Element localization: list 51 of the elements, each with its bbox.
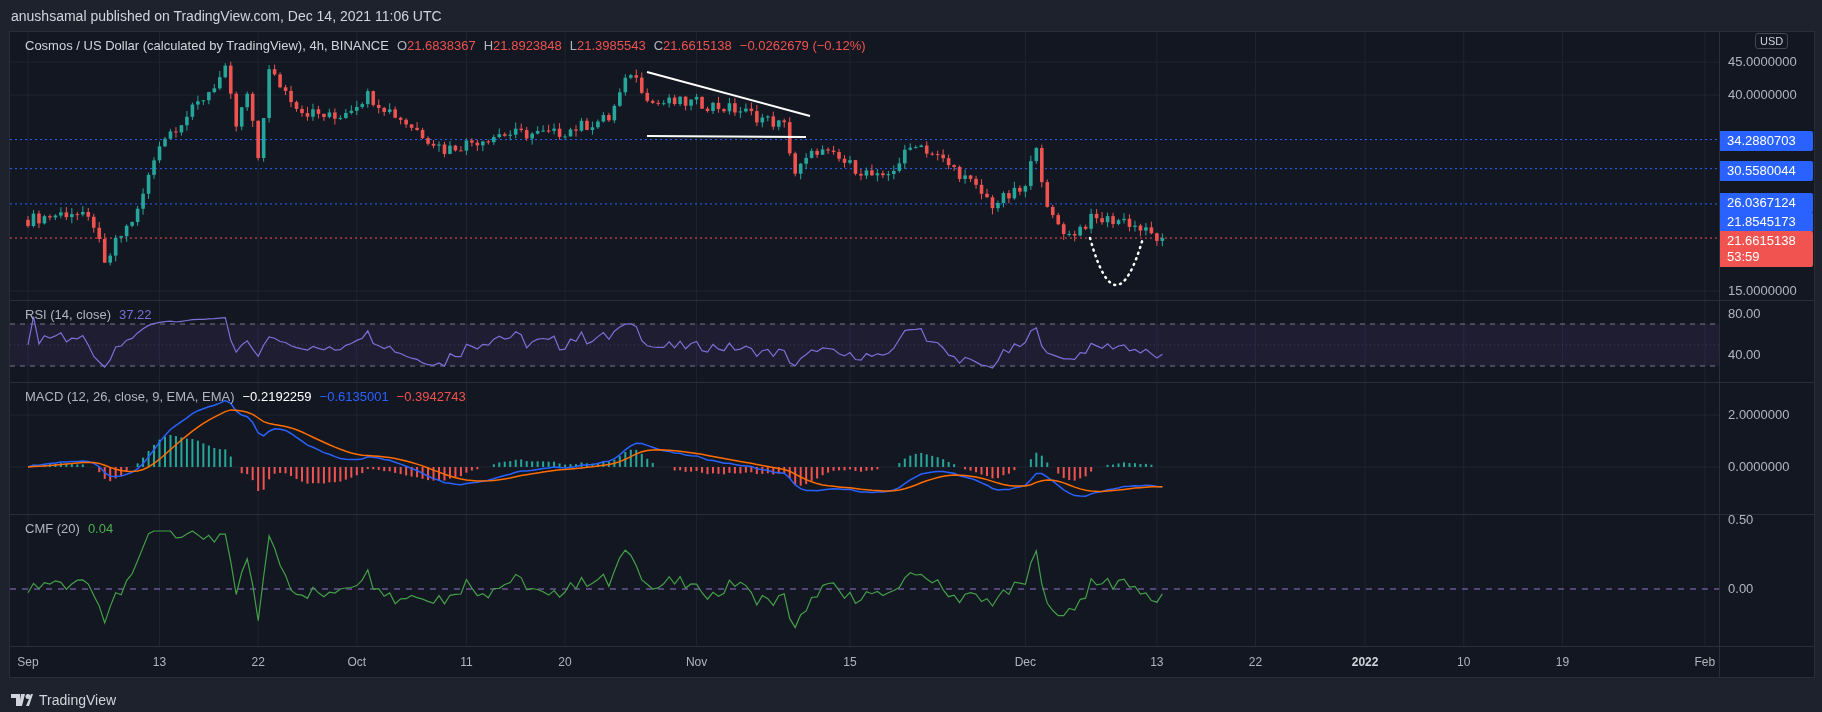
indicator-label: MACD (12, 26, close, 9, EMA, EMA) bbox=[25, 389, 235, 404]
indicator-value: −0.2192259 bbox=[242, 389, 312, 404]
axis-tick-label: 40.0000000 bbox=[1728, 87, 1797, 102]
indicator-label: RSI (14, close) bbox=[25, 307, 111, 322]
time-axis-label: Sep bbox=[17, 655, 39, 669]
price-tag-value: 26.0367124 bbox=[1727, 195, 1797, 211]
price-tag-value: 21.6615138 bbox=[1727, 233, 1797, 249]
indicator-value: −0.3942743 bbox=[396, 389, 466, 404]
ohlc-label: C bbox=[653, 38, 664, 53]
axis-tick-label: 0.00 bbox=[1728, 581, 1754, 596]
price-tag-value: 30.5580044 bbox=[1727, 163, 1797, 179]
currency-label[interactable]: USD bbox=[1755, 33, 1789, 49]
time-axis-label: 2022 bbox=[1351, 655, 1379, 669]
time-axis-label: Dec bbox=[1014, 655, 1037, 669]
ohlc-label: H bbox=[483, 38, 494, 53]
brand-name: TradingView bbox=[39, 692, 117, 708]
indicator-value: −0.6135001 bbox=[319, 389, 389, 404]
price-change: −0.0262679 (−0.12%) bbox=[739, 38, 866, 53]
time-axis-label: 22 bbox=[251, 655, 265, 669]
time-axis-label: 22 bbox=[1248, 655, 1263, 669]
ohlc-value: 21.6838367 bbox=[407, 38, 476, 53]
time-axis-label: Oct bbox=[347, 655, 367, 669]
price-tag-value: 34.2880703 bbox=[1727, 133, 1797, 149]
time-axis-label: 19 bbox=[1555, 655, 1570, 669]
ohlc-label: L bbox=[569, 38, 578, 53]
axis-tick-label: 15.0000000 bbox=[1728, 283, 1797, 298]
price-tag-value: 21.8545173 bbox=[1727, 214, 1797, 230]
axis-tick-label: 80.00 bbox=[1728, 306, 1761, 321]
time-axis-label: 11 bbox=[460, 655, 473, 669]
countdown-timer: 53:59 bbox=[1727, 249, 1761, 265]
axis-tick-label: 2.0000000 bbox=[1728, 407, 1790, 422]
publisher-line: anushsamal published on TradingView.com, Dec 14, 2021 11:06 UTC bbox=[11, 7, 442, 24]
ohlc-value: 21.8923848 bbox=[493, 38, 562, 53]
time-axis-label: 15 bbox=[843, 655, 857, 669]
axis-tick-label: 0.0000000 bbox=[1728, 459, 1790, 474]
ohlc-value: 21.3985543 bbox=[577, 38, 646, 53]
axis-tick-label: 0.50 bbox=[1728, 512, 1754, 527]
ohlc-label: O bbox=[396, 38, 408, 53]
axis-tick-label: 40.00 bbox=[1728, 347, 1761, 362]
indicator-label: CMF (20) bbox=[25, 521, 80, 536]
symbol-title: Cosmos / US Dollar (calculated by TradingView), 4h, BINANCE bbox=[25, 38, 389, 53]
axis-tick-label: 45.0000000 bbox=[1728, 54, 1797, 69]
indicator-value: 0.04 bbox=[87, 521, 114, 536]
time-axis-label: 13 bbox=[152, 655, 167, 669]
time-axis-label: Feb bbox=[1694, 655, 1716, 669]
time-axis-label: 20 bbox=[558, 655, 572, 669]
ohlc-value: 21.6615138 bbox=[663, 38, 732, 53]
time-axis-label: Nov bbox=[685, 655, 708, 669]
time-axis-label: 13 bbox=[1150, 655, 1164, 669]
time-axis-label: 10 bbox=[1457, 655, 1471, 669]
indicator-value: 37.22 bbox=[119, 307, 152, 322]
